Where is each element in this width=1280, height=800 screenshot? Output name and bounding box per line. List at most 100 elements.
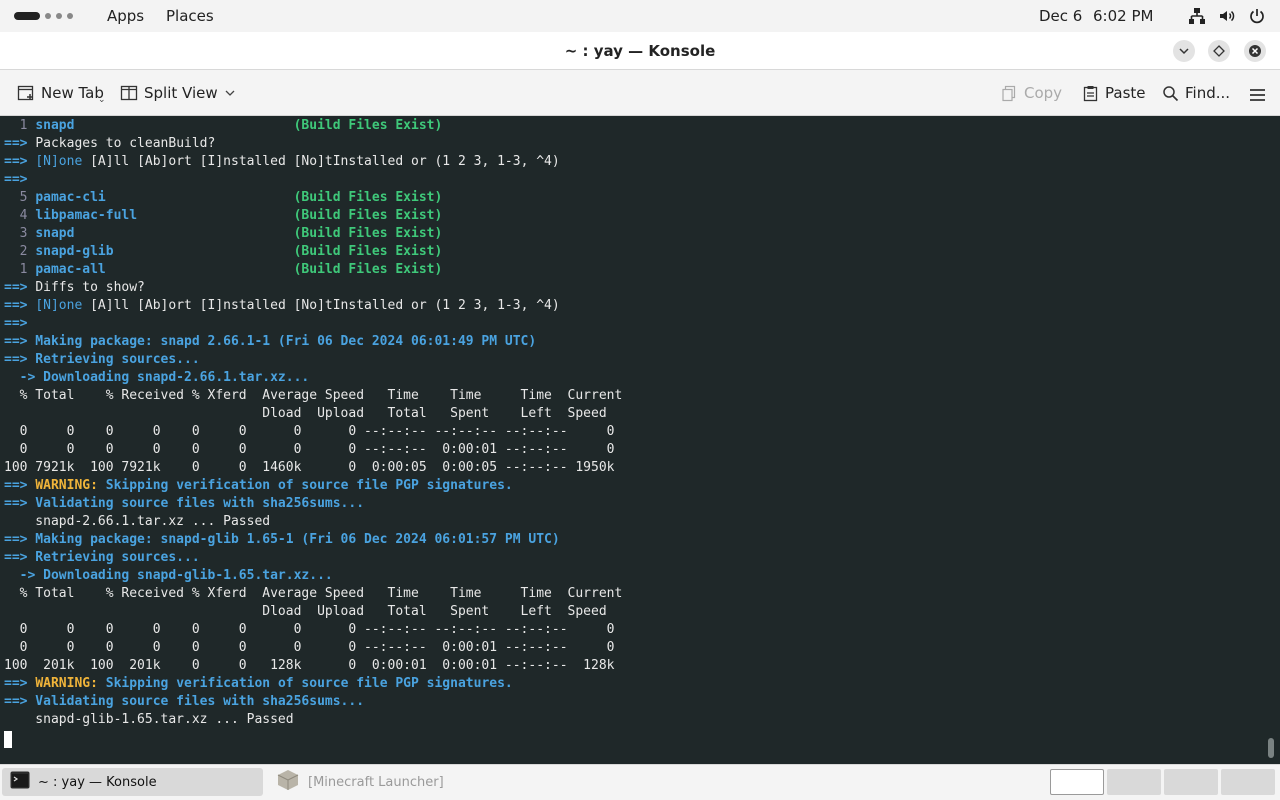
terminal-text: ==> Validating source files with sha256s…: [4, 496, 365, 511]
terminal-line: Dload Upload Total Spent Left Speed: [4, 603, 622, 621]
workspace-1[interactable]: [1050, 769, 1104, 795]
terminal-text: 0 0 0 0 0 0 0 0 --:--:-- 0:00:01 --:--:-…: [4, 640, 615, 655]
maximize-button[interactable]: [1208, 40, 1230, 62]
terminal-text: (Build Files Exist): [293, 244, 443, 259]
terminal-output: 1 snapd (Build Files Exist) ==> Packages …: [4, 117, 622, 729]
terminal-text: (Build Files Exist): [293, 190, 443, 205]
terminal-text: % Total % Received % Xferd Average Speed…: [4, 586, 623, 601]
terminal-text: Packages to cleanBuild?: [35, 136, 216, 151]
power-icon[interactable]: [1248, 7, 1266, 25]
terminal-text: (Build Files Exist): [293, 118, 443, 133]
search-icon: [1162, 85, 1179, 102]
terminal-text: snapd: [35, 118, 75, 133]
terminal-text: snapd: [35, 226, 75, 241]
terminal-line: snapd-2.66.1.tar.xz ... Passed: [4, 513, 622, 531]
diamond-icon: [1213, 45, 1225, 57]
find-button[interactable]: Find...: [1162, 82, 1230, 104]
terminal-text: 4: [4, 208, 36, 223]
workspace-3[interactable]: [1164, 769, 1218, 795]
taskbar-item-label: [Minecraft Launcher]: [308, 774, 444, 790]
minimize-button[interactable]: [1173, 40, 1195, 62]
hamburger-menu-button[interactable]: [1249, 84, 1266, 106]
chevron-down-icon: [1179, 48, 1189, 55]
activities-indicator[interactable]: [14, 11, 73, 21]
network-icon[interactable]: [1188, 7, 1206, 25]
terminal-text: 5: [4, 190, 36, 205]
new-tab-button[interactable]: New Tab ⌄: [17, 82, 106, 105]
close-button[interactable]: [1244, 40, 1266, 62]
scrollbar-thumb[interactable]: [1268, 738, 1274, 758]
paste-button[interactable]: Paste: [1082, 82, 1146, 104]
close-icon: [1249, 45, 1261, 57]
taskbar-item-minecraft-launcher[interactable]: [Minecraft Launcher]: [268, 768, 528, 796]
terminal-text: 0 0 0 0 0 0 0 0 --:--:-- 0:00:01 --:--:-…: [4, 442, 615, 457]
terminal-text: -> Downloading snapd-2.66.1.tar.xz...: [4, 370, 310, 385]
terminal-text: Skipping verification of source file PGP…: [97, 478, 513, 493]
copy-button[interactable]: Copy: [1001, 82, 1062, 104]
terminal-line: -> Downloading snapd-glib-1.65.tar.xz...: [4, 567, 622, 585]
terminal-line: 4 libpamac-full (Build Files Exist): [4, 207, 622, 225]
terminal-text: snapd-glib: [35, 244, 114, 259]
terminal-text: ==>: [4, 316, 28, 331]
terminal-line: ==> Diffs to show?: [4, 279, 622, 297]
terminal-text: pamac-cli: [35, 190, 106, 205]
split-view-button[interactable]: Split View: [120, 82, 236, 104]
terminal-text: ==>: [4, 676, 36, 691]
dropdown-arrow-icon: ⌄: [98, 95, 106, 105]
paste-icon: [1082, 85, 1099, 102]
terminal-text: 0 0 0 0 0 0 0 0 --:--:-- --:--:-- --:--:…: [4, 622, 615, 637]
window-titlebar[interactable]: ~ : yay — Konsole: [0, 32, 1280, 70]
konsole-toolbar: New Tab ⌄ Split View Copy Paste Find...: [0, 70, 1280, 116]
terminal-line: -> Downloading snapd-2.66.1.tar.xz...: [4, 369, 622, 387]
terminal-text: [N]one: [35, 298, 83, 313]
clock-time[interactable]: 6:02 PM: [1093, 7, 1153, 25]
terminal-text: [A]ll [Ab]ort [I]nstalled [No]tInstalled…: [82, 298, 560, 313]
apps-menu[interactable]: Apps: [107, 7, 144, 25]
terminal-text: ==> Validating source files with sha256s…: [4, 694, 365, 709]
terminal-line: ==> Retrieving sources...: [4, 351, 622, 369]
terminal-line: 5 pamac-cli (Build Files Exist): [4, 189, 622, 207]
volume-icon[interactable]: [1218, 7, 1236, 25]
terminal-line: % Total % Received % Xferd Average Speed…: [4, 387, 623, 405]
terminal-text: ==>: [4, 154, 36, 169]
terminal-text: % Total % Received % Xferd Average Speed…: [4, 388, 623, 403]
copy-label: Copy: [1024, 84, 1063, 102]
terminal-icon: [10, 771, 30, 793]
workspace-4[interactable]: [1221, 769, 1275, 795]
terminal-line: % Total % Received % Xferd Average Speed…: [4, 585, 623, 603]
terminal-line: ==> Making package: snapd 2.66.1-1 (Fri …: [4, 333, 622, 351]
terminal-text: 100 7921k 100 7921k 0 0 1460k 0 0:00:05 …: [4, 460, 615, 475]
terminal-line: ==> WARNING: Skipping verification of so…: [4, 675, 622, 693]
terminal-line: snapd-glib-1.65.tar.xz ... Passed: [4, 711, 622, 729]
terminal-text: [N]one: [35, 154, 83, 169]
terminal-text: ==>: [4, 478, 36, 493]
terminal-text: ==>: [4, 172, 28, 187]
system-tray[interactable]: [1188, 7, 1266, 25]
taskbar-item-konsole[interactable]: ~ : yay — Konsole: [2, 768, 263, 796]
terminal-text: ==>: [4, 298, 36, 313]
activities-pill-icon: [14, 12, 40, 20]
clock-date[interactable]: Dec 6: [1039, 7, 1082, 25]
find-label: Find...: [1185, 84, 1231, 102]
terminal-line: 0 0 0 0 0 0 0 0 --:--:-- 0:00:01 --:--:-…: [4, 441, 622, 459]
hamburger-icon: [1249, 88, 1266, 102]
terminal-text: ==> Retrieving sources...: [4, 352, 200, 367]
terminal-line: 0 0 0 0 0 0 0 0 --:--:-- 0:00:01 --:--:-…: [4, 639, 622, 657]
workspace-2[interactable]: [1107, 769, 1161, 795]
terminal-text: libpamac-full: [35, 208, 138, 223]
taskbar-item-label: ~ : yay — Konsole: [38, 774, 157, 790]
split-view-icon: [120, 84, 138, 102]
places-menu[interactable]: Places: [166, 7, 214, 25]
terminal-text: 0 0 0 0 0 0 0 0 --:--:-- --:--:-- --:--:…: [4, 424, 615, 439]
terminal-view[interactable]: 1 snapd (Build Files Exist) ==> Packages …: [0, 116, 1280, 764]
terminal-line: 2 snapd-glib (Build Files Exist): [4, 243, 622, 261]
terminal-text: (Build Files Exist): [293, 262, 443, 277]
workspace-dot-icon: [45, 13, 51, 19]
terminal-text: 100 201k 100 201k 0 0 128k 0 0:00:01 0:0…: [4, 658, 615, 673]
terminal-text: Dload Upload Total Spent Left Speed: [4, 406, 607, 421]
